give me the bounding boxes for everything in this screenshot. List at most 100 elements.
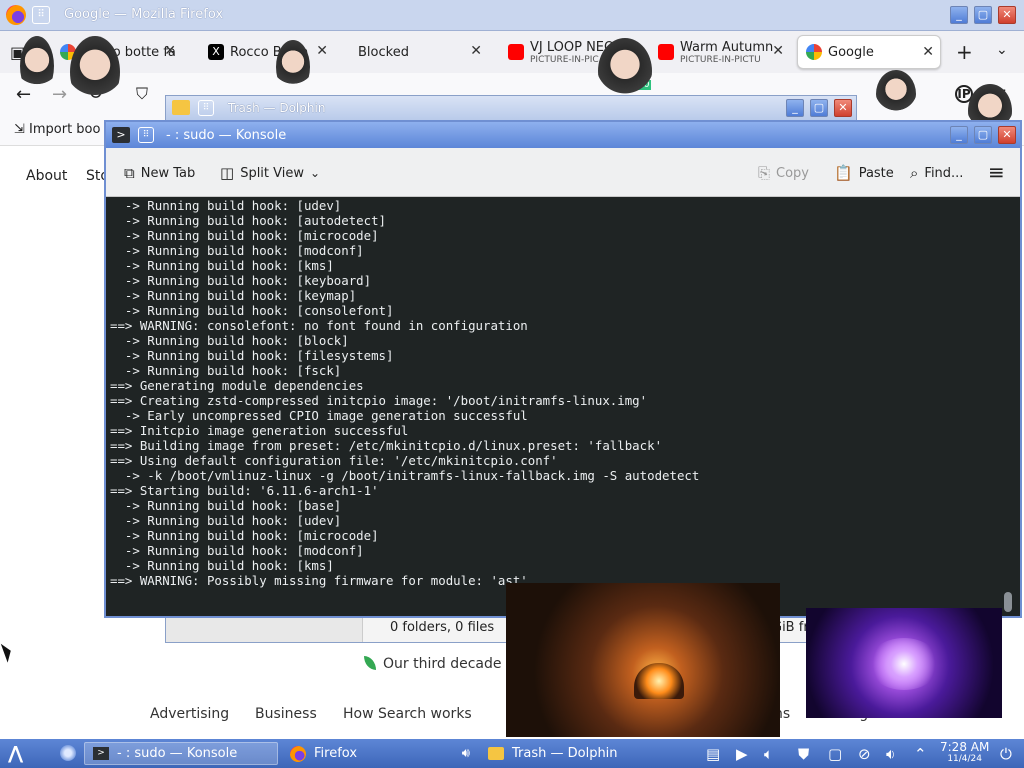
notes-icon[interactable]: ▢ <box>828 745 842 763</box>
new-tab-icon[interactable]: + <box>956 40 973 64</box>
clock[interactable]: 7:28 AM 11/4/24 <box>940 741 989 765</box>
tab-rocco-botte[interactable]: X Rocco Botte ✕ <box>200 35 334 69</box>
paste-button[interactable]: 📋 Paste <box>834 164 894 182</box>
pip-autumn-video[interactable] <box>506 583 780 737</box>
firefox-window-title: Google — Mozilla Firefox <box>64 7 224 22</box>
window-menu-icon[interactable]: ⠿ <box>32 6 50 24</box>
terminal-icon: > <box>93 747 109 760</box>
terminal-line: -> Running build hook: [autodetect] <box>110 213 387 228</box>
task-dolphin[interactable]: Trash — Dolphin <box>480 742 674 765</box>
shield-icon[interactable]: ⛉ <box>136 84 148 104</box>
search-icon: ⌕ <box>910 164 919 182</box>
import-icon: ⇲ <box>14 122 30 137</box>
youtube-favicon-icon <box>658 44 674 60</box>
import-bookmarks-link[interactable]: ⇲ Import boo <box>14 122 100 137</box>
terminal-line: ==> Initcpio image generation successful <box>110 423 409 438</box>
terminal-line: ==> Building image from preset: /etc/mki… <box>110 438 663 453</box>
pip-vj-loop-video[interactable] <box>806 608 1002 718</box>
close-button[interactable]: ✕ <box>834 99 852 117</box>
task-firefox[interactable]: Firefox 🔊︎ <box>282 742 476 765</box>
terminal-line: -> Running build hook: [microcode] <box>110 228 379 243</box>
terminal-line: -> Running build hook: [udev] <box>110 198 342 213</box>
new-tab-label: New Tab <box>140 165 196 181</box>
terminal-line: -> Running build hook: [block] <box>110 333 349 348</box>
terminal-line: -> Running build hook: [kms] <box>110 258 334 273</box>
media-play-icon[interactable]: ▶ <box>736 745 748 763</box>
split-view-label: Split View <box>240 165 304 181</box>
task-konsole[interactable]: > - : sudo — Konsole <box>84 742 278 765</box>
konsole-titlebar[interactable]: > ⠿ - : sudo — Konsole _ ▢ ✕ <box>106 122 1020 148</box>
firefox-titlebar[interactable]: ⠿ Google — Mozilla Firefox _ ▢ ✕ <box>0 0 1024 31</box>
footer-how-search-works-link[interactable]: How Search works <box>343 706 472 722</box>
terminal-line: -> Running build hook: [consolefont] <box>110 303 394 318</box>
konsole-window[interactable]: > ⠿ - : sudo — Konsole _ ▢ ✕ ⧉ New Tab ◫… <box>104 120 1022 618</box>
status-text: 0 folders, 0 files <box>390 620 495 635</box>
hamburger-menu-icon[interactable]: ≡ <box>988 160 1005 184</box>
folder-icon <box>172 100 190 115</box>
clipboard-icon[interactable]: ▤ <box>706 745 720 763</box>
paste-icon: 📋 <box>834 164 853 182</box>
close-button[interactable]: ✕ <box>998 126 1016 144</box>
tab-warm-autumn[interactable]: Warm Autumn PICTURE-IN-PICTU ✕ <box>650 35 790 69</box>
tab-blocked[interactable]: Blocked ✕ <box>350 35 488 69</box>
tab-close-icon[interactable]: ✕ <box>316 43 328 59</box>
footer-business-link[interactable]: Business <box>255 706 317 722</box>
clock-time: 7:28 AM <box>940 740 990 754</box>
firefox-logo-icon <box>6 5 26 25</box>
maximize-button[interactable]: ▢ <box>810 99 828 117</box>
terminal-line: -> Running build hook: [kms] <box>110 558 334 573</box>
tray-expand-icon[interactable]: ⌃ <box>914 745 927 763</box>
find-button[interactable]: ⌕ Find... <box>910 164 963 182</box>
list-tabs-icon[interactable]: ⌄ <box>996 42 1008 58</box>
dolphin-titlebar[interactable]: ⠿ Trash — Dolphin _ ▢ ✕ <box>166 96 856 120</box>
copy-button[interactable]: ⎘ Copy <box>758 164 809 182</box>
tab-label: Blocked <box>358 44 409 60</box>
terminal-line: ==> Creating zstd-compressed initcpio im… <box>110 393 648 408</box>
fireplace-image <box>634 663 684 699</box>
tab-google[interactable]: Google ✕ <box>797 35 941 69</box>
copy-icon: ⎘ <box>758 164 771 182</box>
tab-close-icon[interactable]: ✕ <box>470 43 482 59</box>
minimize-button[interactable]: _ <box>786 99 804 117</box>
face-image <box>20 36 54 96</box>
tab-close-icon[interactable]: ✕ <box>922 44 934 60</box>
close-button[interactable]: ✕ <box>998 6 1016 24</box>
terminal-line: -> -k /boot/vmlinuz-linux -g /boot/initr… <box>110 468 700 483</box>
tab-text: Warm Autumn PICTURE-IN-PICTU <box>680 40 773 65</box>
minimize-button[interactable]: _ <box>950 126 968 144</box>
browser-launcher-icon[interactable] <box>60 745 76 761</box>
terminal-output[interactable]: -> Running build hook: [udev] -> Running… <box>110 198 1002 598</box>
minimize-button[interactable]: _ <box>950 6 968 24</box>
clock-date: 11/4/24 <box>947 754 983 764</box>
maximize-button[interactable]: ▢ <box>974 126 992 144</box>
volume-icon[interactable]: 🔈︎ <box>764 745 773 763</box>
audio-playing-icon: 🔊︎ <box>461 746 470 761</box>
tab-close-icon[interactable]: ✕ <box>772 43 784 59</box>
app-launcher-icon[interactable]: ⋀ <box>8 743 23 764</box>
maximize-button[interactable]: ▢ <box>974 6 992 24</box>
terminal-icon: > <box>112 127 130 143</box>
show-desktop-icon[interactable]: ⏻ <box>1000 745 1012 763</box>
updates-icon[interactable]: ⛊ <box>798 745 809 763</box>
dolphin-window-title: Trash — Dolphin <box>228 101 326 115</box>
google-decade-text[interactable]: Our third decade o <box>383 656 515 672</box>
split-view-button[interactable]: ◫ Split View ⌄ <box>220 164 320 182</box>
find-label: Find... <box>924 165 964 181</box>
paste-label: Paste <box>858 165 894 181</box>
audio-volume-icon[interactable]: 🔉︎ <box>886 745 895 763</box>
terminal-line: ==> Using default configuration file: '/… <box>110 453 558 468</box>
terminal-scrollbar[interactable] <box>1004 592 1012 612</box>
window-menu-icon[interactable]: ⠿ <box>138 127 154 143</box>
forward-icon[interactable]: → <box>52 84 67 105</box>
google-about-link[interactable]: About <box>26 168 67 184</box>
bookmarks-label: Import boo <box>29 122 101 137</box>
tab-label: Google <box>828 44 874 60</box>
footer-advertising-link[interactable]: Advertising <box>150 706 229 722</box>
window-menu-icon[interactable]: ⠿ <box>198 100 214 116</box>
tab-close-icon[interactable]: ✕ <box>164 43 176 59</box>
new-tab-button[interactable]: ⧉ New Tab <box>124 164 195 182</box>
terminal-line: -> Running build hook: [fsck] <box>110 363 342 378</box>
copy-label: Copy <box>776 165 809 181</box>
disabled-icon[interactable]: ⊘ <box>858 745 871 763</box>
terminal-line: -> Running build hook: [base] <box>110 498 342 513</box>
